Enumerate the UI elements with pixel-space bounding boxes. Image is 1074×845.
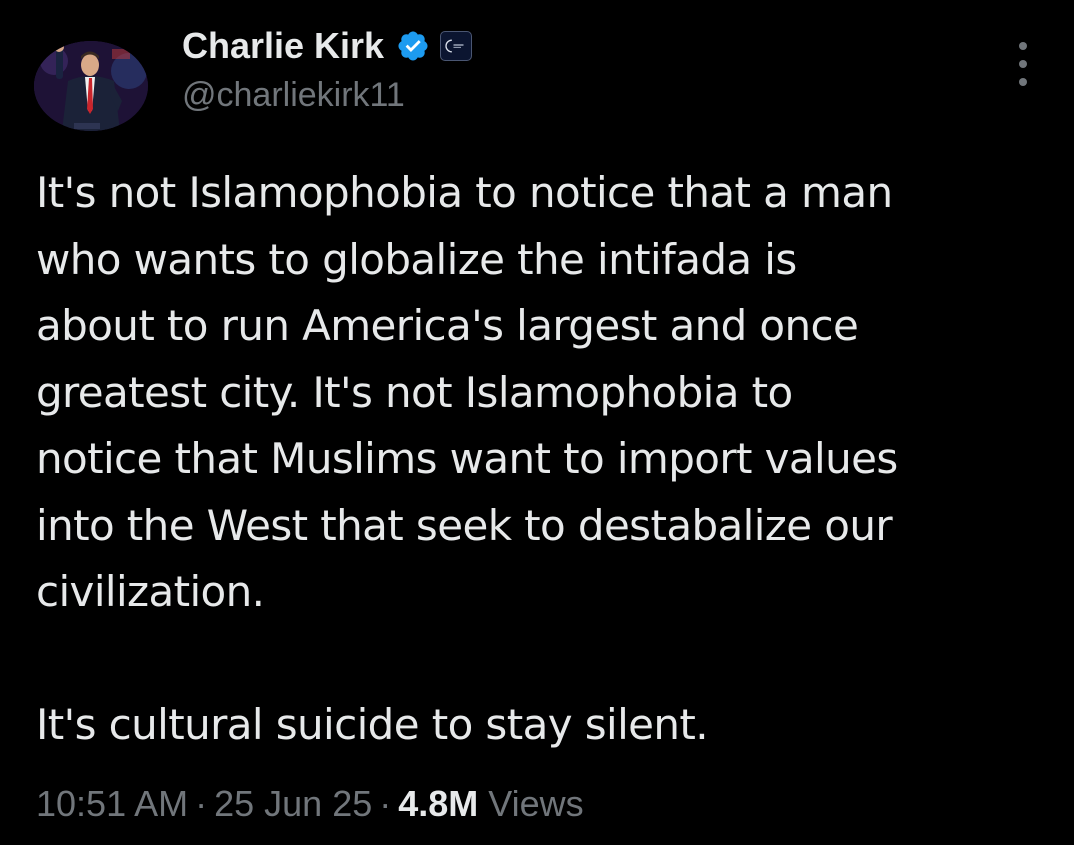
more-dot <box>1019 60 1027 68</box>
affiliation-badge-icon[interactable] <box>440 31 473 61</box>
more-dot <box>1019 42 1027 50</box>
tweet-date[interactable]: 25 Jun 25 <box>214 783 372 825</box>
meta-separator: · <box>195 783 208 824</box>
avatar[interactable] <box>34 41 148 131</box>
tweet-time[interactable]: 10:51 AM <box>36 783 188 825</box>
more-dot <box>1019 78 1027 86</box>
author-handle[interactable]: @charliekirk11 <box>182 76 405 115</box>
tweet-paragraph: It's not Islamophobia to notice that a m… <box>36 168 898 616</box>
author-display-name[interactable]: Charlie Kirk <box>182 25 384 67</box>
verified-badge-icon[interactable] <box>396 29 430 63</box>
tweet-card: Charlie Kirk @charliekirk11 It's not Isl… <box>0 0 1074 845</box>
more-options-icon[interactable] <box>1008 42 1038 86</box>
author-name-row: Charlie Kirk <box>182 22 473 70</box>
views-count: 4.8M <box>398 783 479 824</box>
tweet-meta: 10:51 AM · 25 Jun 25 · 4.8M Views <box>36 776 584 832</box>
tweet-text: It's not Islamophobia to notice that a m… <box>36 160 1056 759</box>
views-label: Views <box>488 783 584 824</box>
tweet-paragraph: It's cultural suicide to stay silent. <box>36 700 709 749</box>
meta-separator: · <box>379 783 392 824</box>
avatar-image <box>34 41 148 131</box>
